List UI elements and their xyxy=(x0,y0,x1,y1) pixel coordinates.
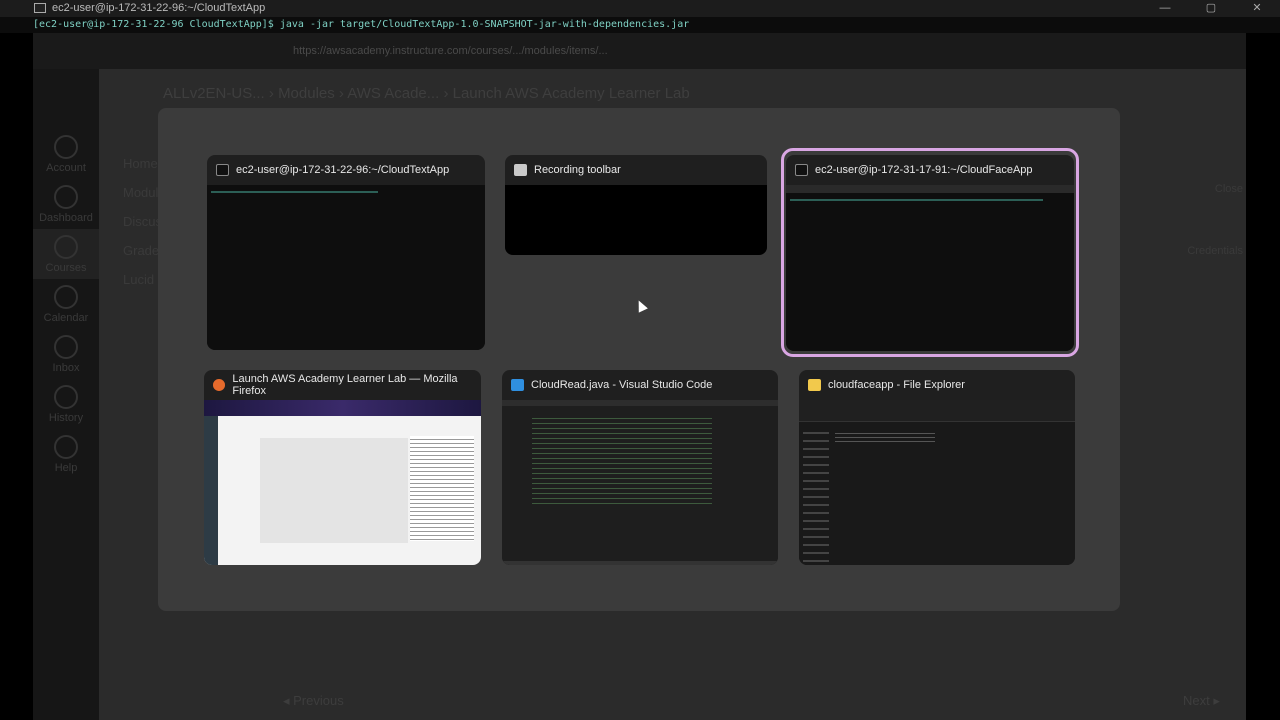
courses-icon xyxy=(54,235,78,259)
terminal-title-bar: ec2-user@ip-172-31-22-96:~/CloudTextApp xyxy=(0,0,1280,17)
window-title: cloudfaceapp - File Explorer xyxy=(828,379,965,391)
window-title: ec2-user@ip-172-31-22-96:~/CloudTextApp xyxy=(236,164,450,176)
url-bar[interactable]: https://awsacademy.instructure.com/cours… xyxy=(293,33,608,69)
recording-icon xyxy=(514,164,527,176)
sidebar-item-account[interactable]: Account xyxy=(33,129,99,179)
window-thumbnail-firefox[interactable]: Launch AWS Academy Learner Lab — Mozilla… xyxy=(204,370,481,565)
calendar-icon xyxy=(54,285,78,309)
window-thumbnail-file-explorer[interactable]: cloudfaceapp - File Explorer xyxy=(799,370,1075,565)
close-button[interactable]: ✕ xyxy=(1234,0,1280,17)
terminal-command-line: [ec2-user@ip-172-31-22-96 CloudTextApp]$… xyxy=(0,17,1280,33)
credentials-label: Credentials xyxy=(1187,245,1243,257)
window-preview xyxy=(207,185,485,350)
sidebar-item-inbox[interactable]: Inbox xyxy=(33,329,99,379)
inbox-icon xyxy=(54,335,78,359)
previous-button[interactable]: ◂ Previous xyxy=(283,693,344,709)
window-preview xyxy=(505,185,767,255)
window-title: ec2-user@ip-172-31-17-91:~/CloudFaceApp xyxy=(815,164,1033,176)
sidebar-item-dashboard[interactable]: Dashboard xyxy=(33,179,99,229)
history-icon xyxy=(54,385,78,409)
firefox-icon xyxy=(213,379,226,391)
sidebar-item-help[interactable]: Help xyxy=(33,429,99,479)
sidebar-label: Inbox xyxy=(52,362,80,374)
sidebar-item-history[interactable]: History xyxy=(33,379,99,429)
window-title: CloudRead.java - Visual Studio Code xyxy=(531,379,713,391)
window-preview xyxy=(204,400,481,565)
help-icon xyxy=(54,435,78,459)
sidebar-label: Account xyxy=(46,162,86,174)
close-link[interactable]: Close xyxy=(1123,183,1243,195)
minimize-button[interactable]: — xyxy=(1142,0,1188,17)
window-preview xyxy=(502,400,778,565)
sidebar-label: Dashboard xyxy=(39,212,93,224)
breadcrumb: ALLv2EN-US... › Modules › AWS Acade... ›… xyxy=(163,85,690,102)
breadcrumb-item: Launch AWS Academy Learner Lab xyxy=(452,85,690,102)
account-icon xyxy=(54,135,78,159)
folder-icon xyxy=(808,379,821,391)
window-title: Launch AWS Academy Learner Lab — Mozilla… xyxy=(232,373,458,397)
sidebar-label: Courses xyxy=(45,262,87,274)
breadcrumb-item[interactable]: AWS Acade... xyxy=(347,85,439,102)
window-thumbnail-cloudfaceapp[interactable]: ec2-user@ip-172-31-17-91:~/CloudFaceApp xyxy=(786,155,1074,351)
window-thumbnail-recording-toolbar[interactable]: Recording toolbar xyxy=(505,155,767,255)
terminal-icon xyxy=(795,164,808,176)
window-preview xyxy=(799,400,1075,565)
breadcrumb-item[interactable]: Modules xyxy=(278,85,335,102)
sidebar-item-courses[interactable]: Courses xyxy=(33,229,99,279)
vscode-icon xyxy=(511,379,524,391)
window-thumbnail-vscode[interactable]: CloudRead.java - Visual Studio Code xyxy=(502,370,778,565)
dashboard-icon xyxy=(54,185,78,209)
sidebar-label: Calendar xyxy=(43,312,89,324)
window-controls: — ▢ ✕ xyxy=(1142,0,1280,17)
canvas-sidebar: Account Dashboard Courses Calendar Inbox… xyxy=(33,69,99,720)
window-title: Recording toolbar xyxy=(534,164,621,176)
sidebar-label: History xyxy=(48,412,84,424)
window-preview xyxy=(786,185,1074,351)
terminal-title: ec2-user@ip-172-31-22-96:~/CloudTextApp xyxy=(52,2,266,14)
maximize-button[interactable]: ▢ xyxy=(1188,0,1234,17)
window-thumbnail-cloudtextapp[interactable]: ec2-user@ip-172-31-22-96:~/CloudTextApp xyxy=(207,155,485,350)
lab-right-pane: Close Credentials xyxy=(1123,133,1243,257)
sidebar-label: Help xyxy=(54,462,78,474)
breadcrumb-item[interactable]: ALLv2EN-US... xyxy=(163,85,265,102)
browser-toolbar: https://awsacademy.instructure.com/cours… xyxy=(33,33,1246,69)
terminal-icon xyxy=(34,3,46,13)
next-button[interactable]: Next ▸ xyxy=(1183,693,1220,709)
terminal-icon xyxy=(216,164,229,176)
sidebar-item-calendar[interactable]: Calendar xyxy=(33,279,99,329)
